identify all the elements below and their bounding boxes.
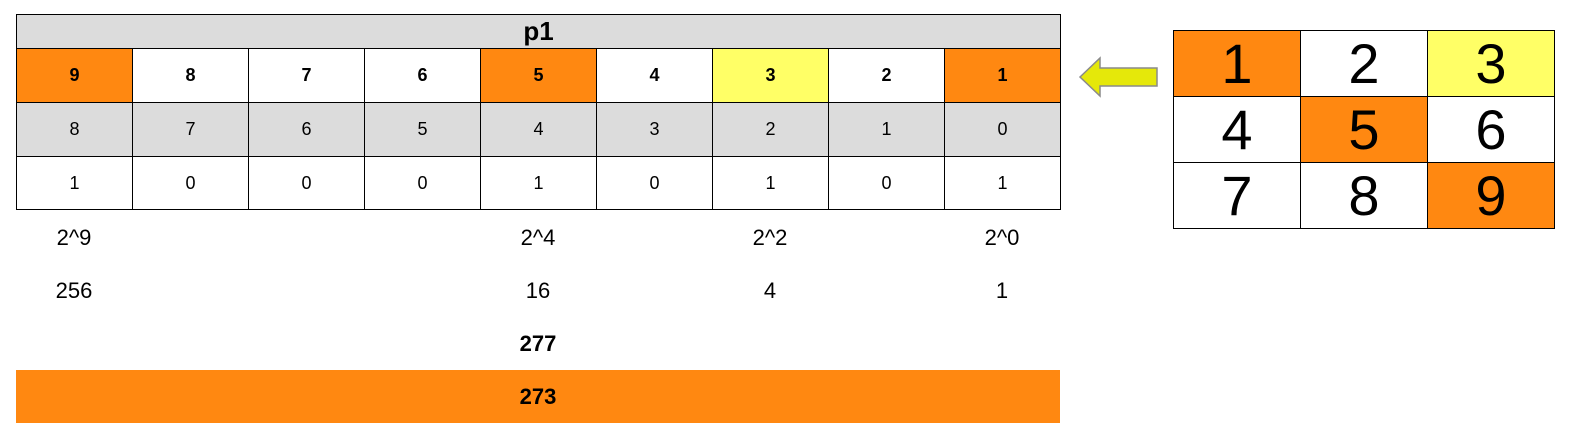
grid-cell: 9 [1427,162,1555,229]
position-cell: 6 [364,48,481,103]
bit-cell: 0 [132,156,249,210]
index-row: 8 7 6 5 4 3 2 1 0 [16,102,1062,157]
power-value: 16 [525,277,551,303]
power-value: 4 [763,277,777,303]
power-value: 256 [55,277,93,303]
power-value: 1 [995,277,1009,303]
bit-cell: 0 [364,156,481,210]
grid-cell: 6 [1427,96,1555,163]
power-label-row: 2^9 2^4 2^2 2^0 [16,211,1060,264]
grid-cell: 3 [1427,30,1555,97]
arrow-left-icon [1078,56,1158,98]
grid-cell: 2 [1300,30,1428,97]
bit-cell: 1 [712,156,829,210]
position-cell: 7 [248,48,365,103]
grid-row: 7 8 9 [1173,162,1555,229]
bit-cell: 1 [943,156,1062,210]
result-value: 273 [519,383,557,409]
index-cell: 3 [596,102,713,157]
grid-row: 1 2 3 [1173,30,1555,97]
number-grid: 1 2 3 4 5 6 7 8 9 [1173,30,1555,229]
index-cell: 5 [364,102,481,157]
bit-cell: 0 [248,156,365,210]
index-cell: 1 [828,102,945,157]
bit-row: 1 0 0 0 1 0 1 0 1 [16,156,1062,210]
bit-table: p1 9 8 7 6 5 4 3 2 1 8 7 6 5 4 3 2 1 0 1… [15,14,1062,210]
grid-cell: 7 [1173,162,1301,229]
sum-row: 277 [16,317,1060,370]
index-cell: 4 [480,102,597,157]
position-cell: 4 [596,48,713,103]
index-cell: 8 [16,102,133,157]
table-title-row: p1 [15,14,1062,49]
position-cell: 3 [712,48,829,103]
position-cell: 8 [132,48,249,103]
position-cell: 2 [828,48,945,103]
bit-cell: 1 [16,156,133,210]
table-title: p1 [15,14,1062,49]
index-cell: 0 [943,102,1062,157]
position-cell: 9 [16,48,133,103]
position-row: 9 8 7 6 5 4 3 2 1 [16,48,1062,103]
grid-row: 4 5 6 [1173,96,1555,163]
arrow-left-shape [1078,56,1158,98]
index-cell: 2 [712,102,829,157]
position-cell: 1 [943,48,1062,103]
power-label: 2^0 [984,224,1020,250]
grid-cell: 8 [1300,162,1428,229]
bit-cell: 0 [596,156,713,210]
sum-value: 277 [519,330,557,356]
bit-cell: 1 [480,156,597,210]
power-label: 2^2 [752,224,788,250]
index-cell: 7 [132,102,249,157]
power-value-row: 256 16 4 1 [16,264,1060,317]
grid-cell: 1 [1173,30,1301,97]
bit-cell: 0 [828,156,945,210]
power-label: 2^4 [520,224,556,250]
result-bar: 273 [16,370,1060,423]
power-label: 2^9 [56,224,92,250]
index-cell: 6 [248,102,365,157]
grid-cell: 4 [1173,96,1301,163]
position-cell: 5 [480,48,597,103]
grid-cell: 5 [1300,96,1428,163]
